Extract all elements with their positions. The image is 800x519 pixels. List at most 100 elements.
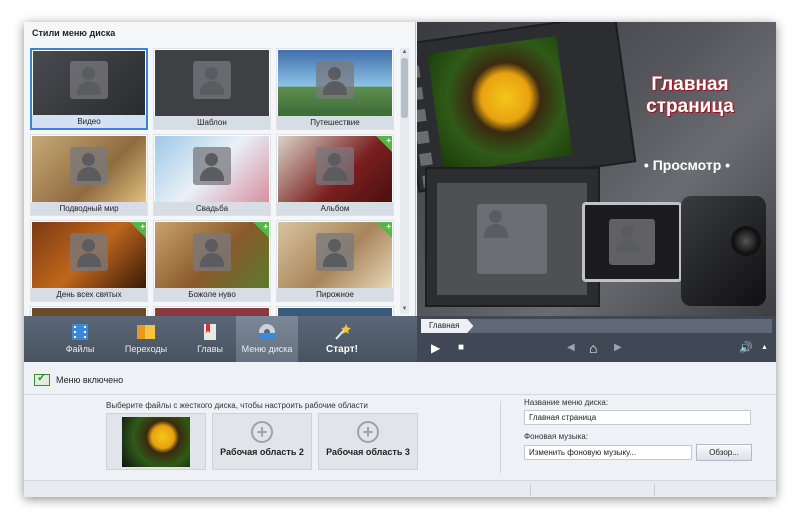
style-preview-image — [32, 308, 146, 316]
new-badge-icon: + — [376, 136, 392, 152]
camcorder-icon — [681, 196, 766, 306]
style-thumb-underwater[interactable]: Подводный мир — [30, 134, 148, 216]
style-preview-image: + — [278, 222, 392, 288]
style-thumb-travel[interactable]: Путешествие — [276, 48, 394, 130]
style-thumb-beaujolais[interactable]: + Божоле нуво — [153, 220, 271, 302]
bookmark-icon — [204, 324, 216, 340]
scroll-thumb[interactable] — [401, 58, 408, 118]
work-area-1-photo — [122, 417, 190, 467]
style-thumb-album[interactable]: + Альбом — [276, 134, 394, 216]
style-preview-image — [278, 308, 392, 316]
home-icon[interactable]: ⌂ — [589, 341, 597, 355]
stop-icon[interactable]: ■ — [458, 341, 464, 355]
status-bar — [24, 480, 776, 497]
style-thumb-template[interactable]: Шаблон — [153, 48, 271, 130]
preview-view-button[interactable]: • Просмотр • — [617, 157, 757, 173]
placeholder-icon — [70, 147, 108, 185]
section-divider — [500, 401, 501, 473]
checkmark-icon: ✓ — [37, 372, 47, 384]
work-area-3-label: Рабочая область 3 — [326, 447, 410, 457]
background-music-label: Фоновая музыка: — [524, 432, 588, 441]
menu-name-input[interactable] — [524, 410, 751, 425]
style-preview-image — [32, 136, 146, 202]
menu-enabled-label: Меню включено — [56, 375, 124, 385]
filmstrip-bottom — [425, 167, 600, 307]
style-thumb-partial[interactable] — [276, 306, 394, 316]
scroll-up-arrow-icon[interactable]: ▲ — [400, 48, 409, 57]
style-label: Шаблон — [154, 116, 270, 129]
style-thumb-halloween[interactable]: + День всех святых — [30, 220, 148, 302]
prev-page-icon[interactable]: ◀ — [567, 341, 575, 355]
style-thumb-partial[interactable] — [30, 306, 148, 316]
camcorder-screen — [582, 202, 682, 282]
menu-preview: Главная страница • Просмотр • — [417, 22, 776, 316]
transitions-button-label: Переходы — [124, 344, 168, 354]
transitions-icon — [137, 325, 155, 339]
style-thumb-video[interactable]: Видео — [30, 48, 148, 130]
style-preview-image — [155, 50, 269, 116]
browse-button[interactable]: Обзор... — [696, 444, 752, 461]
preview-menu-title: Главная страница — [646, 74, 734, 117]
styles-panel-title: Стили меню диска — [32, 28, 116, 38]
scroll-down-arrow-icon[interactable]: ▼ — [400, 305, 409, 314]
files-button-label: Файлы — [65, 344, 95, 354]
style-label: Свадьба — [154, 202, 270, 215]
chapters-button-label: Главы — [197, 344, 223, 354]
styles-scrollbar[interactable]: ▲ ▼ — [400, 48, 409, 314]
placeholder-icon — [70, 233, 108, 271]
style-thumb-partial[interactable] — [153, 306, 271, 316]
add-circle-icon: + — [357, 421, 379, 443]
disc-menu-button-label: Меню диска — [241, 344, 293, 354]
magic-wand-icon — [335, 324, 351, 340]
work-area-2-label: Рабочая область 2 — [220, 447, 304, 457]
menu-settings-panel: Выберите файлы с жесткого диска, чтобы н… — [24, 394, 776, 497]
placeholder-icon — [609, 219, 655, 265]
style-label: Пирожное — [277, 288, 393, 301]
placeholder-icon — [193, 233, 231, 271]
placeholder-icon — [193, 147, 231, 185]
background-music-field[interactable]: Изменить фоновую музыку... — [524, 445, 692, 460]
style-label: День всех святых — [31, 288, 147, 301]
work-area-2[interactable]: + Рабочая область 2 — [212, 413, 312, 470]
new-badge-icon: + — [130, 222, 146, 238]
start-button[interactable]: Старт! — [312, 316, 372, 362]
menu-enabled-checkbox[interactable]: ✓ — [34, 372, 50, 386]
style-thumb-cake[interactable]: + Пирожное — [276, 220, 394, 302]
preview-placeholder — [437, 183, 587, 295]
transitions-button[interactable]: Переходы — [116, 316, 176, 362]
chapters-button[interactable]: Главы — [182, 316, 238, 362]
next-page-icon[interactable]: ▶ — [614, 341, 622, 355]
style-label: Путешествие — [277, 116, 393, 129]
placeholder-icon — [477, 204, 547, 274]
style-preview-image: + — [32, 222, 146, 288]
disc-menu-icon — [259, 324, 275, 340]
volume-arrow-icon[interactable]: ▲ — [761, 341, 768, 355]
style-label: Подводный мир — [31, 202, 147, 215]
style-label: Видео — [32, 115, 146, 128]
menu-styles-panel: Стили меню диска Видео Шаблон Путешестви… — [24, 22, 416, 316]
style-preview-image: + — [155, 222, 269, 288]
chapter-timeline[interactable]: Главная — [421, 319, 772, 333]
play-icon[interactable]: ▶ — [431, 341, 440, 355]
style-preview-image — [278, 50, 392, 116]
chapter-tab-main[interactable]: Главная — [421, 319, 474, 333]
new-badge-icon: + — [253, 222, 269, 238]
work-area-3[interactable]: + Рабочая область 3 — [318, 413, 418, 470]
files-button[interactable]: Файлы — [52, 316, 108, 362]
placeholder-icon — [316, 233, 354, 271]
style-label: Альбом — [277, 202, 393, 215]
disc-menu-button[interactable]: Меню диска — [236, 316, 298, 362]
styles-grid: Видео Шаблон Путешествие Подводный мир С… — [30, 48, 396, 316]
new-badge-icon: + — [376, 222, 392, 238]
style-thumb-wedding[interactable]: Свадьба — [153, 134, 271, 216]
style-label: Божоле нуво — [154, 288, 270, 301]
placeholder-icon — [70, 61, 108, 99]
style-preview-image — [155, 136, 269, 202]
style-preview-image — [33, 51, 145, 115]
work-area-1[interactable] — [106, 413, 206, 470]
work-areas-hint: Выберите файлы с жесткого диска, чтобы н… — [106, 401, 368, 410]
volume-icon[interactable]: 🔊 — [739, 341, 753, 355]
placeholder-icon — [316, 147, 354, 185]
start-button-label: Старт! — [326, 344, 358, 355]
placeholder-icon — [316, 61, 354, 99]
